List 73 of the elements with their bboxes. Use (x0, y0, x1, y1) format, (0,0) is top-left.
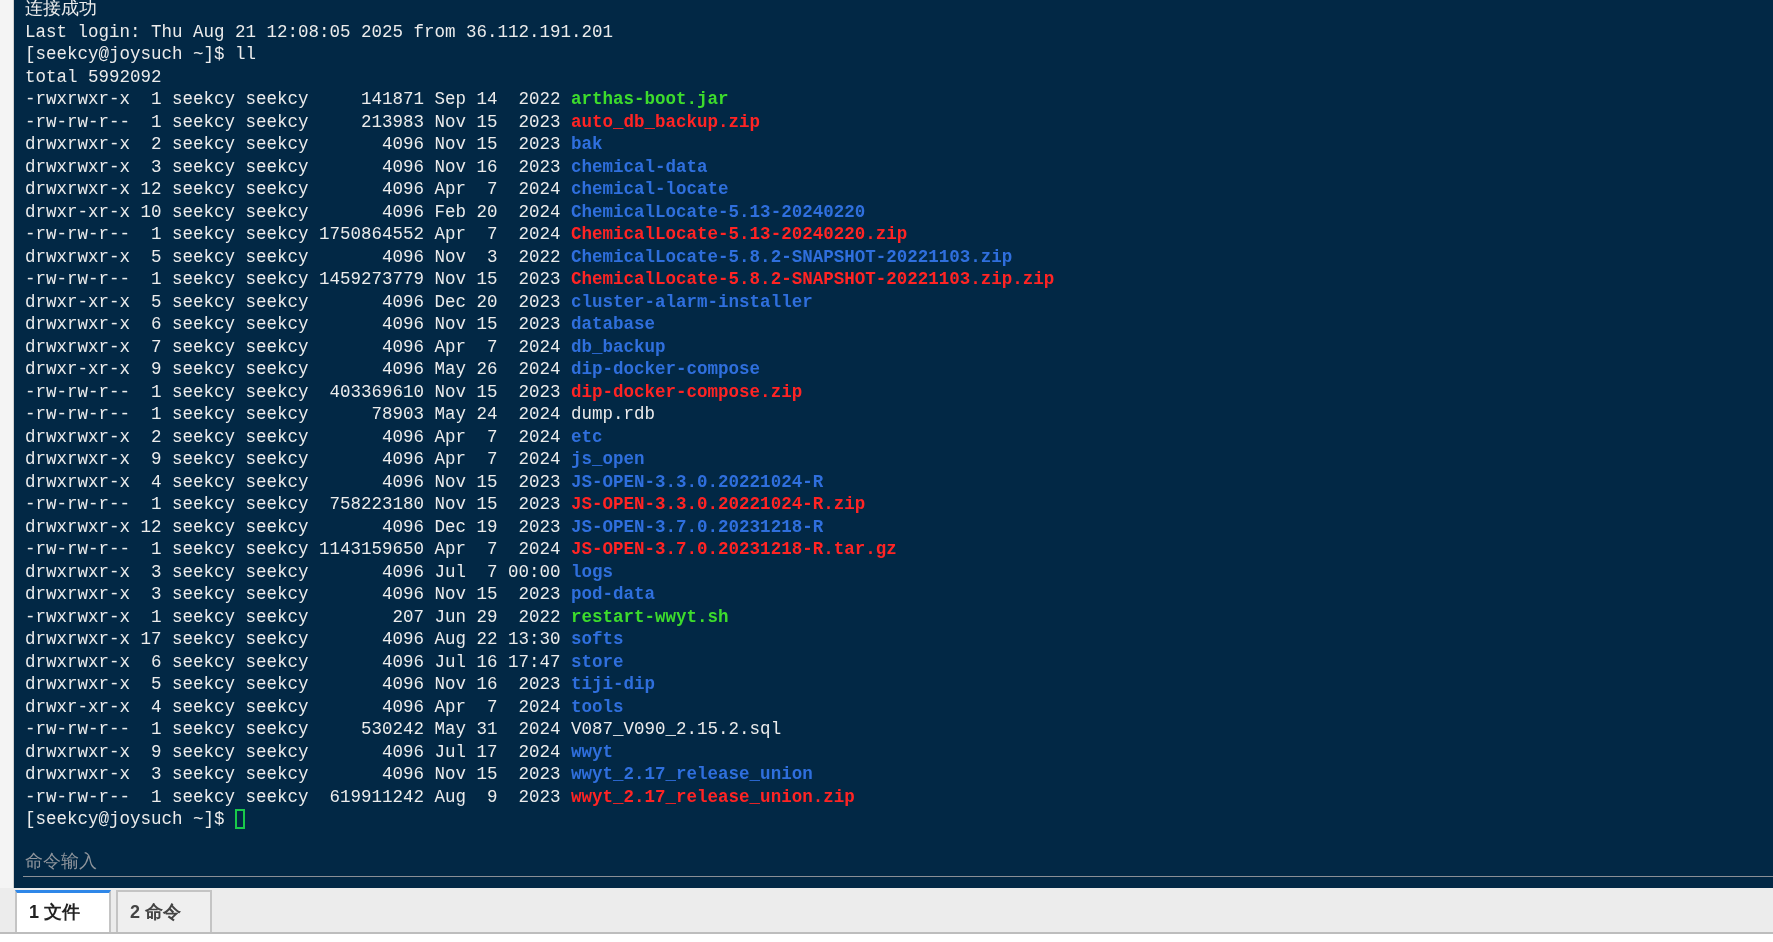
file-listing-details: drwxr-xr-x 9 seekcy seekcy 4096 May 26 2024 (25, 358, 561, 382)
file-name: softs (571, 628, 624, 652)
file-name: pod-data (571, 583, 656, 607)
file-name: ChemicalLocate-5.13-20240220 (571, 200, 866, 224)
file-name: store (571, 650, 624, 674)
file-listing-details: -rw-rw-r-- 1 seekcy seekcy 530242 May 31 2024 (25, 718, 561, 742)
file-name: JS-OPEN-3.7.0.20231218-R (571, 515, 824, 539)
file-name: logs (571, 560, 614, 584)
terminal-cursor (235, 809, 246, 830)
file-name: wwyt_2.17_release_union.zip (571, 785, 855, 809)
terminal-line: Last login: Thu Aug 21 12:08:05 2025 from 36.112.191.201 (25, 20, 614, 44)
terminal-line: [seekcy@joysuch ~]$ ll (25, 43, 257, 67)
file-name: wwyt (571, 740, 614, 764)
file-name: chemical-locate (571, 178, 729, 202)
file-listing-details: drwxrwxr-x 4 seekcy seekcy 4096 Nov 15 2023 (25, 470, 561, 494)
file-name: bak (571, 133, 603, 157)
terminal-line: total 5992092 (25, 65, 162, 89)
file-listing-details: drwxr-xr-x 5 seekcy seekcy 4096 Dec 20 2023 (25, 290, 561, 314)
file-name: JS-OPEN-3.3.0.20221024-R (571, 470, 824, 494)
file-listing-details: drwxrwxr-x 2 seekcy seekcy 4096 Nov 15 2023 (25, 133, 561, 157)
file-listing-details: drwxrwxr-x 3 seekcy seekcy 4096 Nov 15 2023 (25, 583, 561, 607)
file-name: V087_V090_2.15.2.sql (571, 718, 782, 742)
file-listing-details: drwxrwxr-x 2 seekcy seekcy 4096 Apr 7 2024 (25, 425, 561, 449)
file-name: js_open (571, 448, 645, 472)
file-name: tiji-dip (571, 673, 656, 697)
file-name: db_backup (571, 335, 666, 359)
file-listing-details: drwxrwxr-x 3 seekcy seekcy 4096 Nov 15 2023 (25, 763, 561, 787)
file-listing-details: drwxrwxr-x 3 seekcy seekcy 4096 Jul 7 00:00 (25, 560, 561, 584)
file-listing-details: -rw-rw-r-- 1 seekcy seekcy 403369610 Nov 15 2023 (25, 380, 561, 404)
file-listing-details: drwxr-xr-x 10 seekcy seekcy 4096 Feb 20 2024 (25, 200, 561, 224)
file-listing-details: drwxrwxr-x 17 seekcy seekcy 4096 Aug 22 13:30 (25, 628, 561, 652)
file-listing-details: drwxrwxr-x 6 seekcy seekcy 4096 Jul 16 17:47 (25, 650, 561, 674)
file-name: dip-docker-compose.zip (571, 380, 803, 404)
file-name: wwyt_2.17_release_union (571, 763, 813, 787)
file-name: dip-docker-compose (571, 358, 761, 382)
file-name: cluster-alarm-installer (571, 290, 813, 314)
file-listing-details: -rw-rw-r-- 1 seekcy seekcy 1143159650 Apr 7 2024 (25, 538, 561, 562)
file-listing-details: -rw-rw-r-- 1 seekcy seekcy 1459273779 Nov 15 2023 (25, 268, 561, 292)
file-listing-details: drwxrwxr-x 5 seekcy seekcy 4096 Nov 3 2022 (25, 245, 561, 269)
file-listing-details: drwxrwxr-x 7 seekcy seekcy 4096 Apr 7 2024 (25, 335, 561, 359)
command-input-field[interactable]: 命令输入 (23, 847, 1773, 877)
file-name: restart-wwyt.sh (571, 605, 729, 629)
terminal-line: 连接成功 (25, 0, 97, 22)
file-name: ChemicalLocate-5.8.2-SNAPSHOT-20221103.zip (571, 245, 1013, 269)
file-name: JS-OPEN-3.7.0.20231218-R.tar.gz (571, 538, 897, 562)
file-listing-details: -rwxrwxr-x 1 seekcy seekcy 207 Jun 29 2022 (25, 605, 561, 629)
file-listing-details: -rw-rw-r-- 1 seekcy seekcy 619911242 Aug 9 2023 (25, 785, 561, 809)
file-listing-details: drwxrwxr-x 12 seekcy seekcy 4096 Dec 19 2023 (25, 515, 561, 539)
file-listing-details: drwxrwxr-x 12 seekcy seekcy 4096 Apr 7 2024 (25, 178, 561, 202)
file-name: etc (571, 425, 603, 449)
shell-prompt: [seekcy@joysuch ~]$ (25, 808, 225, 832)
file-name: chemical-data (571, 155, 708, 179)
file-listing-details: drwxrwxr-x 3 seekcy seekcy 4096 Nov 16 2023 (25, 155, 561, 179)
file-name: ChemicalLocate-5.8.2-SNAPSHOT-20221103.zip.zip (571, 268, 1055, 292)
file-name: dump.rdb (571, 403, 656, 427)
file-name: arthas-boot.jar (571, 88, 729, 112)
file-name: JS-OPEN-3.3.0.20221024-R.zip (571, 493, 866, 517)
file-listing-details: drwxr-xr-x 4 seekcy seekcy 4096 Apr 7 2024 (25, 695, 561, 719)
file-listing-details: -rwxrwxr-x 1 seekcy seekcy 141871 Sep 14 2022 (25, 88, 561, 112)
file-listing-details: drwxrwxr-x 5 seekcy seekcy 4096 Nov 16 2023 (25, 673, 561, 697)
file-name: database (571, 313, 656, 337)
tab[interactable]: 1 文件 (15, 890, 111, 932)
file-listing-details: -rw-rw-r-- 1 seekcy seekcy 213983 Nov 15 2023 (25, 110, 561, 134)
file-name: tools (571, 695, 624, 719)
file-name: auto_db_backup.zip (571, 110, 761, 134)
file-listing-details: drwxrwxr-x 9 seekcy seekcy 4096 Jul 17 2024 (25, 740, 561, 764)
file-listing-details: -rw-rw-r-- 1 seekcy seekcy 78903 May 24 2024 (25, 403, 561, 427)
file-listing-details: -rw-rw-r-- 1 seekcy seekcy 758223180 Nov 15 2023 (25, 493, 561, 517)
file-listing-details: drwxrwxr-x 9 seekcy seekcy 4096 Apr 7 2024 (25, 448, 561, 472)
file-listing-details: -rw-rw-r-- 1 seekcy seekcy 1750864552 Apr 7 2024 (25, 223, 561, 247)
tab[interactable]: 2 命令 (116, 890, 212, 932)
file-listing-details: drwxrwxr-x 6 seekcy seekcy 4096 Nov 15 2023 (25, 313, 561, 337)
file-name: ChemicalLocate-5.13-20240220.zip (571, 223, 908, 247)
